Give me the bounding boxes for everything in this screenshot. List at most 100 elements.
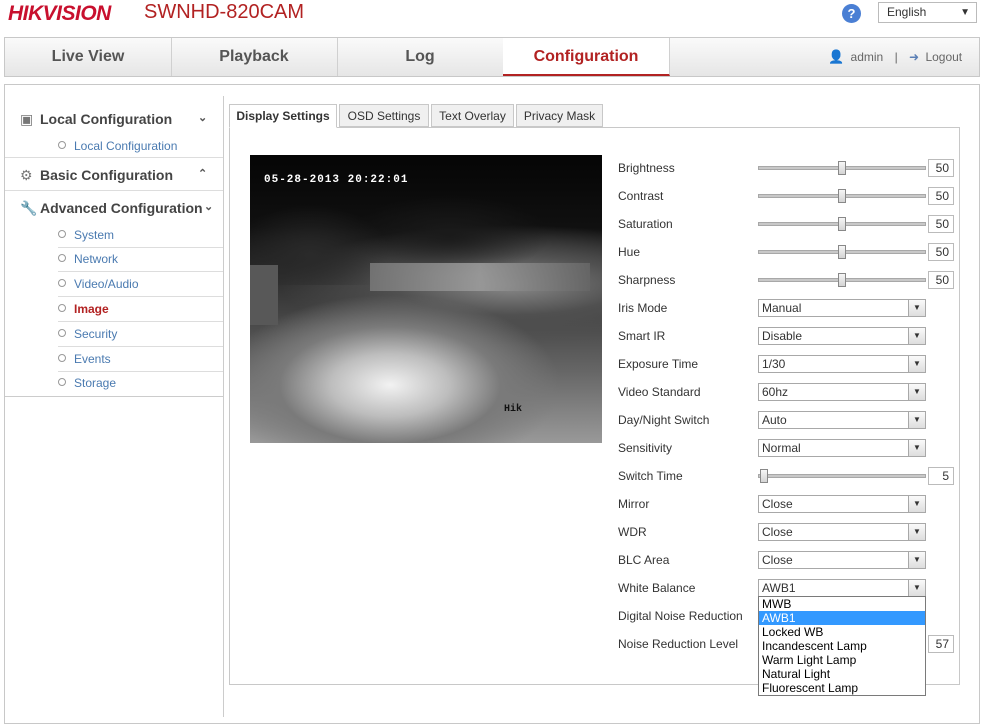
divider xyxy=(58,346,223,347)
wb-option-awb1[interactable]: AWB1 xyxy=(759,611,925,625)
white-balance-dropdown: MWB AWB1 Locked WB Incandescent Lamp War… xyxy=(758,596,926,696)
tab-playback[interactable]: Playback xyxy=(171,38,338,76)
language-value: English xyxy=(887,5,927,19)
help-icon[interactable]: ? xyxy=(842,4,861,23)
divider xyxy=(5,396,223,397)
chevron-up-icon: ⌃ xyxy=(198,168,208,180)
slider-thumb[interactable] xyxy=(838,189,846,203)
exposure-time-select[interactable]: 1/30 ▼ xyxy=(758,355,926,373)
slider-thumb[interactable] xyxy=(838,161,846,175)
chevron-down-icon[interactable]: ▼ xyxy=(908,384,925,400)
tab-log[interactable]: Log xyxy=(337,38,504,76)
sidebar-item-image[interactable]: Image xyxy=(58,302,218,316)
contrast-slider[interactable] xyxy=(758,189,926,203)
sidebar-item-video-audio[interactable]: Video/Audio xyxy=(58,277,218,291)
sidebar-basic-configuration[interactable]: ⚙ Basic Configuration ⌃ xyxy=(20,167,207,184)
bullet-icon xyxy=(58,304,66,312)
white-balance-select[interactable]: AWB1 ▼ xyxy=(758,579,926,597)
divider xyxy=(58,296,223,297)
tab-configuration[interactable]: Configuration xyxy=(503,38,670,76)
tab-text-overlay[interactable]: Text Overlay xyxy=(431,104,514,127)
blc-area-select[interactable]: Close ▼ xyxy=(758,551,926,569)
sidebar-local-configuration[interactable]: ▣ Local Configuration ⌄ xyxy=(20,111,207,128)
sensitivity-select[interactable]: Normal ▼ xyxy=(758,439,926,457)
bullet-icon xyxy=(58,329,66,337)
sharpness-value[interactable]: 50 xyxy=(928,271,954,289)
divider xyxy=(58,271,223,272)
divider xyxy=(5,190,223,191)
device-model-title: SWNHD-820CAM xyxy=(144,1,305,23)
sidebar-item-system[interactable]: System xyxy=(58,228,218,242)
hue-label: Hue xyxy=(618,245,641,259)
user-icon: 👤 xyxy=(828,49,845,64)
username: admin xyxy=(850,50,884,64)
hue-value[interactable]: 50 xyxy=(928,243,954,261)
sidebar-advanced-configuration[interactable]: 🔧 Advanced Configuration ⌄ xyxy=(20,200,213,217)
tab-privacy-mask[interactable]: Privacy Mask xyxy=(516,104,603,127)
chevron-down-icon[interactable]: ▼ xyxy=(908,328,925,344)
tab-display-settings[interactable]: Display Settings xyxy=(229,104,337,128)
chevron-down-icon[interactable]: ▼ xyxy=(908,356,925,372)
sharpness-slider[interactable] xyxy=(758,273,926,287)
logout-link[interactable]: Logout xyxy=(925,50,962,64)
tab-live-view[interactable]: Live View xyxy=(5,38,172,76)
sidebar-item-security[interactable]: Security xyxy=(58,327,218,341)
logout-icon[interactable]: ➜ xyxy=(909,50,919,64)
chevron-down-icon[interactable]: ▼ xyxy=(908,580,925,596)
video-standard-select[interactable]: 60hz ▼ xyxy=(758,383,926,401)
chevron-down-icon[interactable]: ▼ xyxy=(908,412,925,428)
contrast-value[interactable]: 50 xyxy=(928,187,954,205)
exposure-time-label: Exposure Time xyxy=(618,357,699,371)
slider-thumb[interactable] xyxy=(838,217,846,231)
chevron-down-icon[interactable]: ▼ xyxy=(908,440,925,456)
sidebar-item-local-configuration[interactable]: Local Configuration xyxy=(58,139,218,153)
wb-option-natural-light[interactable]: Natural Light xyxy=(759,667,925,681)
blc-area-label: BLC Area xyxy=(618,553,670,567)
slider-thumb[interactable] xyxy=(838,273,846,287)
hue-slider[interactable] xyxy=(758,245,926,259)
mirror-label: Mirror xyxy=(618,497,650,511)
wrench-icon: 🔧 xyxy=(20,200,38,216)
chevron-down-icon[interactable]: ▼ xyxy=(908,524,925,540)
sidebar-item-events[interactable]: Events xyxy=(58,352,218,366)
language-select[interactable]: English ▼ xyxy=(878,2,977,23)
sidebar-item-storage[interactable]: Storage xyxy=(58,376,218,390)
day-night-select[interactable]: Auto ▼ xyxy=(758,411,926,429)
slider-thumb[interactable] xyxy=(759,469,768,483)
chevron-down-icon[interactable]: ▼ xyxy=(908,552,925,568)
tab-osd-settings[interactable]: OSD Settings xyxy=(339,104,429,127)
wb-option-incandescent-lamp[interactable]: Incandescent Lamp xyxy=(759,639,925,653)
smart-ir-select[interactable]: Disable ▼ xyxy=(758,327,926,345)
chevron-down-icon: ⌄ xyxy=(198,112,208,124)
wb-option-locked-wb[interactable]: Locked WB xyxy=(759,625,925,639)
brightness-value[interactable]: 50 xyxy=(928,159,954,177)
brightness-slider[interactable] xyxy=(758,161,926,175)
sharpness-label: Sharpness xyxy=(618,273,676,287)
wdr-label: WDR xyxy=(618,525,647,539)
hikvision-logo: HIKVISION xyxy=(8,2,111,25)
slider-thumb[interactable] xyxy=(838,245,846,259)
wb-option-fluorescent-lamp[interactable]: Fluorescent Lamp xyxy=(759,681,925,695)
wb-option-warm-light-lamp[interactable]: Warm Light Lamp xyxy=(759,653,925,667)
chevron-down-icon[interactable]: ▼ xyxy=(908,496,925,512)
mirror-select[interactable]: Close ▼ xyxy=(758,495,926,513)
switch-time-slider[interactable] xyxy=(758,469,926,483)
day-night-label: Day/Night Switch xyxy=(618,413,710,427)
monitor-icon: ▣ xyxy=(20,111,34,127)
divider xyxy=(5,157,223,158)
white-balance-label: White Balance xyxy=(618,581,696,595)
video-standard-label: Video Standard xyxy=(618,385,701,399)
bullet-icon xyxy=(58,230,66,238)
saturation-slider[interactable] xyxy=(758,217,926,231)
saturation-value[interactable]: 50 xyxy=(928,215,954,233)
switch-time-value[interactable]: 5 xyxy=(928,467,954,485)
video-timestamp: 05-28-2013 20:22:01 xyxy=(264,174,409,186)
sidebar-item-network[interactable]: Network xyxy=(58,252,218,266)
chevron-down-icon[interactable]: ▼ xyxy=(908,300,925,316)
iris-mode-select[interactable]: Manual ▼ xyxy=(758,299,926,317)
iris-mode-label: Iris Mode xyxy=(618,301,668,315)
nr-level-value[interactable]: 57 xyxy=(928,635,954,653)
wb-option-mwb[interactable]: MWB xyxy=(759,597,925,611)
wdr-select[interactable]: Close ▼ xyxy=(758,523,926,541)
bullet-icon xyxy=(58,378,66,386)
